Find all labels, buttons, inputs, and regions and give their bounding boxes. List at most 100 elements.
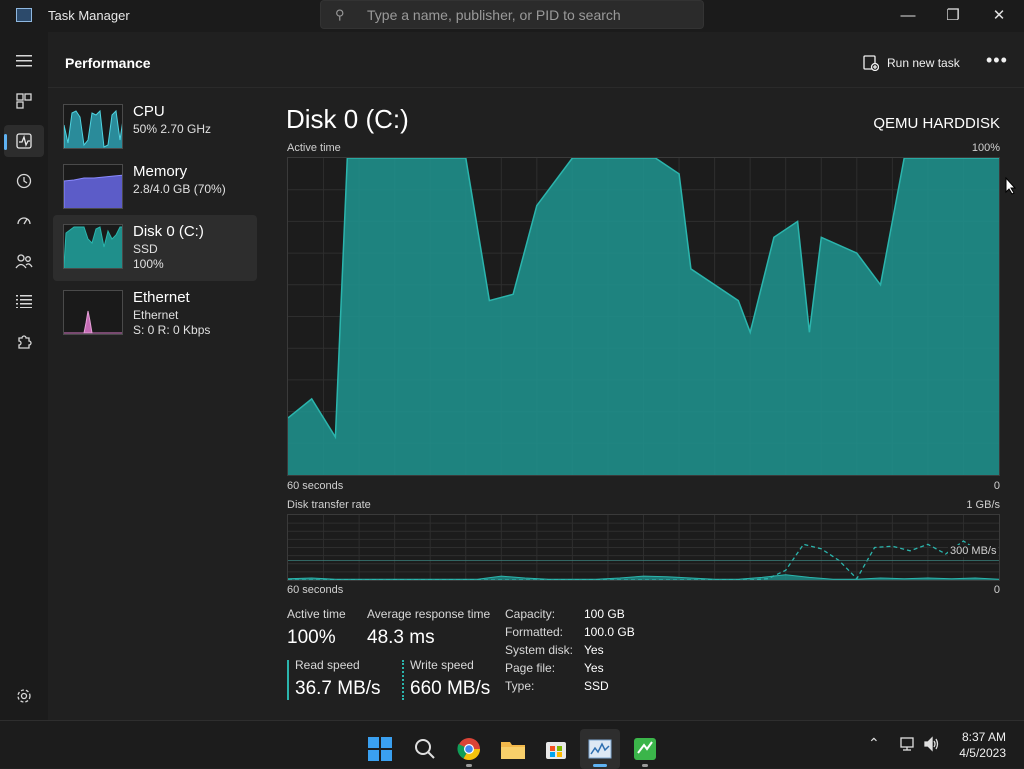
network-icon[interactable] — [899, 736, 917, 752]
prop-page-file-value: Yes — [584, 661, 604, 675]
resource-throughput: S: 0 R: 0 Kbps — [133, 323, 211, 337]
taskbar: ⌃ 8:37 AM 4/5/2023 — [0, 720, 1024, 769]
time-axis-right: 0 — [993, 480, 1000, 492]
resource-detail: Ethernet — [133, 308, 179, 322]
resource-name: Memory — [133, 163, 188, 180]
prop-type-value: SSD — [584, 679, 609, 693]
stat-write-label: Write speed — [410, 658, 474, 672]
start-button[interactable] — [360, 729, 400, 769]
system-clock[interactable]: 8:37 AM 4/5/2023 — [959, 729, 1006, 761]
search-icon: ⚲ — [335, 7, 345, 22]
prop-capacity-label: Capacity: — [505, 607, 556, 621]
resource-memory[interactable]: Memory 2.8/4.0 GB (70%) — [53, 157, 257, 215]
stat-read-value: 36.7 MB/s — [295, 678, 381, 699]
performance-icon[interactable] — [4, 125, 44, 157]
transfer-rate-max: 1 GB/s — [966, 499, 1000, 511]
users-icon[interactable] — [4, 245, 44, 277]
clock-date: 4/5/2023 — [959, 746, 1006, 760]
active-time-max: 100% — [971, 142, 1000, 154]
search-input[interactable] — [367, 5, 687, 25]
restore-button[interactable]: ❐ — [930, 0, 976, 30]
prop-formatted-label: Formatted: — [505, 625, 564, 639]
resource-name: CPU — [133, 103, 165, 120]
taskbar-search-icon — [415, 739, 435, 759]
cpu-thumbnail — [63, 104, 123, 149]
stat-response-label: Average response time — [367, 607, 491, 621]
folder-icon — [501, 742, 525, 759]
ethernet-thumbnail — [63, 290, 123, 335]
prop-capacity-value: 100 GB — [584, 607, 625, 621]
prop-page-file-label: Page file: — [505, 661, 556, 675]
memory-thumbnail — [63, 164, 123, 209]
active-time-label: Active time — [287, 142, 341, 154]
run-task-icon — [863, 55, 879, 71]
active-time-chart — [287, 157, 999, 475]
resource-detail: 50% 2.70 GHz — [133, 122, 212, 136]
transfer-rate-chart — [287, 515, 1000, 581]
resource-detail: 2.8/4.0 GB (70%) — [133, 182, 226, 196]
app-button[interactable] — [625, 729, 665, 769]
app-history-icon[interactable] — [4, 165, 44, 197]
disk-model: QEMU HARDDISK — [873, 115, 1000, 132]
resource-name: Ethernet — [133, 289, 190, 306]
navigation-pane — [0, 32, 48, 720]
store-icon — [546, 742, 566, 759]
prop-system-disk-label: System disk: — [505, 643, 574, 657]
write-speed-indicator — [402, 660, 404, 700]
details-icon[interactable] — [4, 285, 44, 317]
chrome-button[interactable] — [449, 729, 489, 769]
prop-formatted-value: 100.0 GB — [584, 625, 635, 639]
resource-usage: 100% — [133, 257, 164, 271]
task-manager-taskbar-button[interactable] — [580, 729, 620, 769]
read-speed-indicator — [287, 660, 289, 700]
stat-write-value: 660 MB/s — [410, 678, 491, 699]
disk-title: Disk 0 (C:) — [286, 104, 409, 134]
volume-icon[interactable] — [923, 736, 941, 752]
settings-icon[interactable] — [4, 680, 44, 712]
more-options-icon[interactable]: ••• — [986, 50, 1008, 71]
transfer-time-right: 0 — [993, 584, 1000, 596]
disk-thumbnail — [63, 224, 123, 269]
run-new-task-button[interactable]: Run new task — [863, 52, 960, 74]
time-axis-left: 60 seconds — [287, 480, 344, 492]
hamburger-menu-icon[interactable] — [4, 45, 44, 77]
transfer-time-left: 60 seconds — [287, 584, 344, 596]
clock-time: 8:37 AM — [961, 730, 1006, 744]
transfer-rate-marker: 300 MB/s — [948, 545, 999, 557]
resource-ethernet[interactable]: Ethernet Ethernet S: 0 R: 0 Kbps — [53, 283, 257, 345]
page-title: Performance — [65, 55, 151, 71]
mouse-cursor-icon — [1005, 177, 1017, 195]
run-new-task-label: Run new task — [887, 56, 960, 70]
processes-icon[interactable] — [4, 85, 44, 117]
resource-detail: SSD — [133, 242, 158, 256]
stat-active-time-value: 100% — [287, 627, 336, 648]
active-time-graph — [287, 157, 1000, 476]
window-title: Task Manager — [48, 8, 130, 23]
transfer-rate-label: Disk transfer rate — [287, 499, 371, 511]
prop-system-disk-value: Yes — [584, 643, 604, 657]
resource-disk[interactable]: Disk 0 (C:) SSD 100% — [53, 215, 257, 281]
resource-name: Disk 0 (C:) — [133, 223, 204, 240]
title-bar: Task Manager ⚲ — ❐ ✕ — [0, 0, 1024, 32]
stat-response-value: 48.3 ms — [367, 627, 435, 648]
page-header: Performance Run new task ••• — [48, 38, 1024, 88]
minimize-button[interactable]: — — [885, 0, 931, 30]
green-app-icon — [634, 738, 656, 760]
services-icon[interactable] — [4, 325, 44, 357]
store-button[interactable] — [536, 729, 576, 769]
transfer-rate-graph: 300 MB/s — [287, 514, 1000, 581]
file-explorer-button[interactable] — [493, 729, 533, 769]
stat-read-label: Read speed — [295, 658, 360, 672]
search-button[interactable] — [405, 729, 445, 769]
search-box[interactable]: ⚲ — [320, 0, 704, 29]
chrome-icon — [457, 738, 480, 760]
show-hidden-icons-chevron-icon[interactable]: ⌃ — [868, 735, 880, 752]
prop-type-label: Type: — [505, 679, 535, 693]
close-button[interactable]: ✕ — [976, 0, 1022, 30]
stat-active-time-label: Active time — [287, 607, 346, 621]
task-manager-taskbar-icon — [588, 739, 612, 759]
windows-logo-icon — [368, 737, 392, 761]
task-manager-icon — [16, 8, 32, 22]
startup-apps-icon[interactable] — [4, 205, 44, 237]
resource-cpu[interactable]: CPU 50% 2.70 GHz — [53, 97, 257, 155]
